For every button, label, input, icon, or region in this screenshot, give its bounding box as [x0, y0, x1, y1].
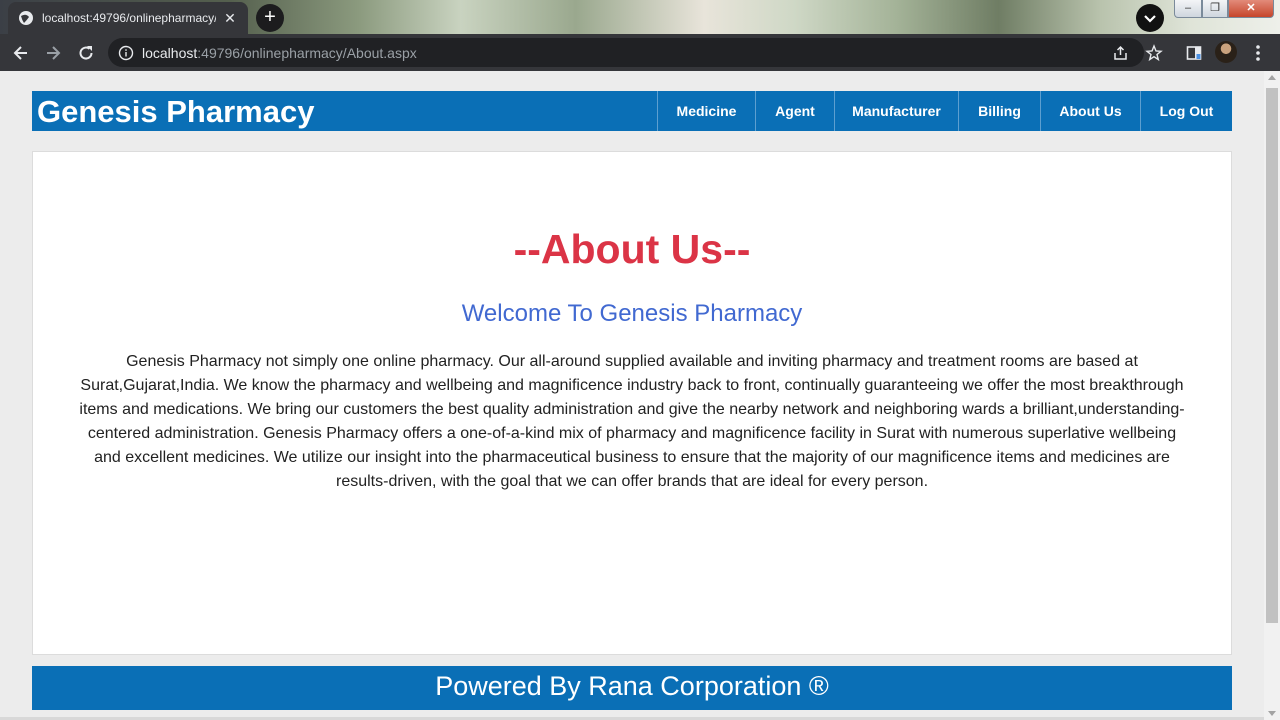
- site-brand[interactable]: Genesis Pharmacy: [37, 94, 314, 130]
- reload-icon[interactable]: [73, 40, 99, 66]
- page-viewport: Genesis Pharmacy Medicine Agent Manufact…: [0, 71, 1264, 720]
- share-icon[interactable]: [1112, 44, 1130, 62]
- vertical-scrollbar[interactable]: [1264, 71, 1280, 720]
- content-panel: --About Us-- Welcome To Genesis Pharmacy…: [32, 151, 1232, 655]
- chevron-down-icon[interactable]: [1136, 4, 1164, 32]
- kebab-menu-icon[interactable]: [1248, 43, 1268, 63]
- scroll-up-icon[interactable]: [1268, 75, 1276, 80]
- info-icon[interactable]: [118, 45, 134, 61]
- menu-item-medicine[interactable]: Medicine: [657, 91, 755, 131]
- url-host: localhost: [142, 44, 198, 61]
- main-menu: Medicine Agent Manufacturer Billing Abou…: [657, 91, 1232, 131]
- about-paragraph: Genesis Pharmacy not simply one online p…: [79, 353, 1185, 490]
- tab-title: localhost:49796/onlinepharmacy/: [42, 11, 216, 25]
- browser-toolbar: localhost:49796/onlinepharmacy/About.asp…: [0, 34, 1280, 71]
- menu-item-about-us[interactable]: About Us: [1040, 91, 1140, 131]
- scrollbar-thumb[interactable]: [1266, 88, 1278, 623]
- window-close-button[interactable]: ✕: [1228, 0, 1274, 18]
- url-path: :49796/onlinepharmacy/About.aspx: [197, 44, 417, 61]
- site-header: Genesis Pharmacy Medicine Agent Manufact…: [32, 91, 1232, 131]
- sidepanel-icon[interactable]: [1184, 43, 1204, 63]
- globe-icon: [18, 10, 34, 26]
- page-title: --About Us--: [513, 226, 751, 272]
- back-icon[interactable]: [8, 40, 34, 66]
- menu-item-log-out[interactable]: Log Out: [1140, 91, 1232, 131]
- close-icon[interactable]: ✕: [222, 10, 238, 26]
- profile-avatar[interactable]: [1215, 41, 1237, 63]
- address-bar[interactable]: localhost:49796/onlinepharmacy/About.asp…: [108, 38, 1144, 67]
- plus-icon[interactable]: +: [256, 4, 284, 32]
- menu-item-agent[interactable]: Agent: [755, 91, 834, 131]
- browser-tab-strip: localhost:49796/onlinepharmacy/ ✕ + – ❐ …: [0, 0, 1280, 34]
- window-maximize-button[interactable]: ❐: [1202, 0, 1228, 18]
- menu-item-manufacturer[interactable]: Manufacturer: [834, 91, 958, 131]
- browser-tab[interactable]: localhost:49796/onlinepharmacy/ ✕: [8, 2, 248, 34]
- menu-item-billing[interactable]: Billing: [958, 91, 1040, 131]
- site-footer: Powered By Rana Corporation ®: [32, 666, 1232, 710]
- scroll-down-icon[interactable]: [1268, 711, 1276, 716]
- forward-icon[interactable]: [40, 40, 66, 66]
- star-icon[interactable]: [1144, 43, 1164, 63]
- window-minimize-button[interactable]: –: [1174, 0, 1202, 18]
- welcome-heading: Welcome To Genesis Pharmacy: [461, 300, 803, 327]
